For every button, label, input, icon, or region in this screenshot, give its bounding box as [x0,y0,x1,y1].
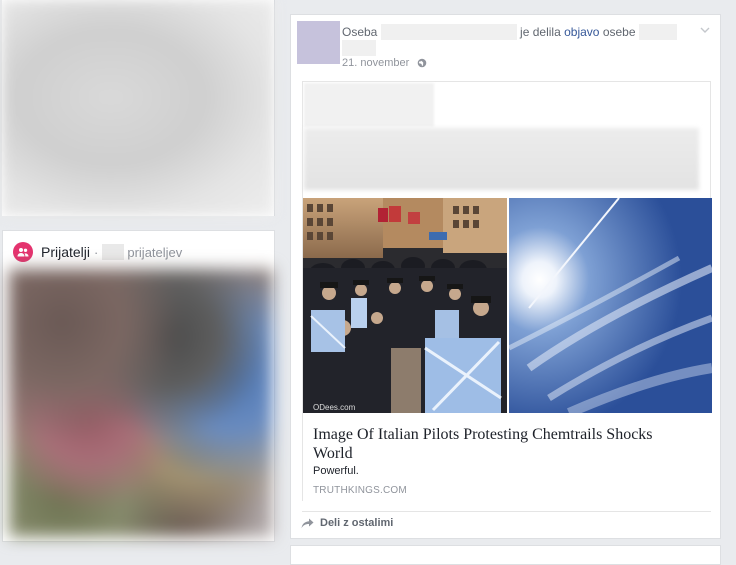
post-date[interactable]: 21. november [342,57,409,69]
post-date-row: 21. november [342,57,427,69]
friends-count-redacted [102,244,125,260]
chemtrails-sky-photo [509,198,712,413]
globe-icon [417,58,427,68]
friends-separator: · [94,244,99,260]
friends-card: Prijatelji · prijateljev [2,230,275,542]
friends-title[interactable]: Prijatelji [41,244,90,260]
chevron-down-icon[interactable] [698,23,712,37]
link-description: Powerful. [313,465,359,477]
owner-name-redacted-2[interactable] [342,40,376,56]
shared-link-preview[interactable]: ODees.com Image Of Italian Pilots Protes… [302,81,712,502]
link-domain: TRUTHKINGS.COM [313,485,407,496]
divider [302,511,711,512]
post-prefix: Oseba [342,25,378,39]
author-name-redacted[interactable] [380,24,517,40]
redacted-post-text [304,128,699,190]
post-shared-text: je delila [520,25,561,39]
owner-name-redacted[interactable] [638,24,677,40]
feed-post: Oseba je delila objavo osebe 21. novembe… [290,14,721,539]
photo-watermark: ODees.com [313,403,356,412]
blurred-photo-content [2,0,274,216]
friends-subtitle: prijateljev [127,244,183,260]
link-title[interactable]: Image Of Italian Pilots Protesting Chemt… [313,425,693,463]
friends-photo-grid[interactable] [9,269,273,537]
share-button[interactable]: Deli z ostalimi [301,517,393,529]
blurred-photo[interactable] [2,0,275,216]
link-info[interactable]: Image Of Italian Pilots Protesting Chemt… [303,413,712,502]
shared-post-link[interactable]: objavo [564,25,599,39]
share-arrow-icon [301,518,314,528]
post-owner-text: osebe [602,25,636,39]
friends-header: Prijatelji · prijateljev [13,241,182,263]
share-label: Deli z ostalimi [320,517,394,529]
friends-icon [13,242,33,262]
post-header: Oseba je delila objavo osebe [342,24,702,56]
redacted-page-name [304,83,434,127]
pilots-photo: ODees.com [303,198,507,413]
link-image[interactable]: ODees.com [303,198,712,413]
next-post-card [290,545,721,565]
avatar[interactable] [297,21,340,64]
